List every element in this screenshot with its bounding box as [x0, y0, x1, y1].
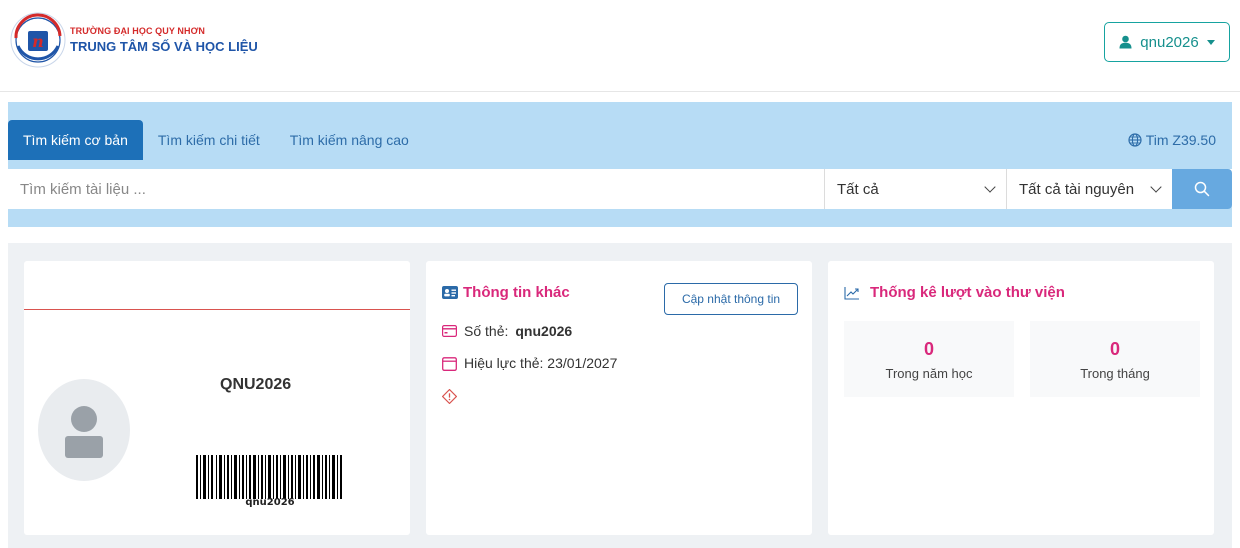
- update-info-button[interactable]: Cập nhật thông tin: [664, 283, 798, 315]
- university-logo[interactable]: n: [10, 12, 66, 68]
- stat-month: 0 Trong tháng: [1030, 321, 1200, 397]
- resource-select[interactable]: Tất cả tài nguyên: [1006, 169, 1172, 209]
- card-holder-name: QNU2026: [220, 376, 292, 393]
- search-icon: [1194, 181, 1210, 197]
- divider: [24, 309, 410, 310]
- chevron-down-icon: [1150, 181, 1162, 193]
- z3950-label: Tim Z39.50: [1145, 132, 1216, 148]
- resource-select-value: Tất cả tài nguyên: [1019, 180, 1135, 198]
- validity-text: Hiệu lực thẻ: 23/01/2027: [464, 355, 618, 371]
- stat-school-year-value: 0: [923, 339, 934, 359]
- library-card: QNU2026 qnu2026: [24, 261, 410, 535]
- credit-card-icon: [442, 325, 457, 337]
- other-info-title-text: Thông tin khác: [463, 284, 570, 301]
- brand-center-name: TRUNG TÂM SỐ VÀ HỌC LIỆU: [70, 39, 258, 54]
- brand[interactable]: TRƯỜNG ĐẠI HỌC QUY NHƠN TRUNG TÂM SỐ VÀ …: [70, 26, 258, 54]
- search-tabs: Tìm kiếm cơ bản Tìm kiếm chi tiết Tìm ki…: [8, 120, 424, 160]
- avatar-placeholder-icon: [65, 406, 103, 458]
- validity-row: Hiệu lực thẻ: 23/01/2027: [442, 355, 617, 371]
- header: n TRƯỜNG ĐẠI HỌC QUY NHƠN TRUNG TÂM SỐ V…: [0, 0, 1240, 92]
- calendar-icon: [442, 356, 457, 371]
- visit-stats-title-text: Thống kê lượt vào thư viện: [870, 284, 1065, 301]
- other-info-title: Thông tin khác: [442, 284, 570, 301]
- tab-detailed-search[interactable]: Tìm kiếm chi tiết: [143, 120, 275, 160]
- barcode: [196, 455, 342, 499]
- svg-text:n: n: [32, 32, 44, 51]
- scope-select[interactable]: Tất cả: [824, 169, 1006, 209]
- user-menu-button[interactable]: qnu2026: [1104, 22, 1230, 62]
- avatar: [38, 379, 130, 481]
- stat-school-year-label: Trong năm học: [885, 366, 973, 381]
- warning-icon[interactable]: [442, 389, 457, 404]
- chevron-down-icon: [984, 181, 996, 193]
- search-panel: Tìm kiếm cơ bản Tìm kiếm chi tiết Tìm ki…: [8, 102, 1232, 227]
- caret-down-icon: [1206, 39, 1215, 45]
- user-icon: [1119, 35, 1132, 49]
- card-number-value: qnu2026: [515, 323, 573, 339]
- tab-advanced-search[interactable]: Tìm kiếm nâng cao: [275, 120, 424, 160]
- scope-select-value: Tất cả: [837, 180, 879, 198]
- visit-stats-card: Thống kê lượt vào thư viện 0 Trong năm h…: [828, 261, 1214, 535]
- search-bar: Tất cả Tất cả tài nguyên: [8, 169, 1232, 209]
- brand-university-name: TRƯỜNG ĐẠI HỌC QUY NHƠN: [70, 26, 205, 36]
- z3950-search-link[interactable]: Tim Z39.50: [1128, 132, 1216, 148]
- stat-month-label: Trong tháng: [1080, 366, 1150, 381]
- visit-stats-title: Thống kê lượt vào thư viện: [844, 284, 1065, 301]
- globe-icon: [1128, 133, 1142, 147]
- id-card-icon: [442, 286, 458, 299]
- search-button[interactable]: [1172, 169, 1232, 209]
- stat-month-value: 0: [1109, 339, 1120, 359]
- card-number-row: Số thẻ: qnu2026: [442, 323, 572, 339]
- search-input[interactable]: [8, 169, 824, 209]
- card-number-label: Số thẻ:: [464, 323, 509, 339]
- barcode-text: qnu2026: [245, 497, 295, 508]
- dashboard-content: QNU2026 qnu2026 Thông tin khác Cập nhật …: [8, 243, 1232, 548]
- stat-school-year: 0 Trong năm học: [844, 321, 1014, 397]
- other-info-card: Thông tin khác Cập nhật thông tin Số thẻ…: [426, 261, 812, 535]
- chart-line-icon: [844, 286, 859, 300]
- user-name: qnu2026: [1140, 33, 1199, 51]
- tab-basic-search[interactable]: Tìm kiếm cơ bản: [8, 120, 143, 160]
